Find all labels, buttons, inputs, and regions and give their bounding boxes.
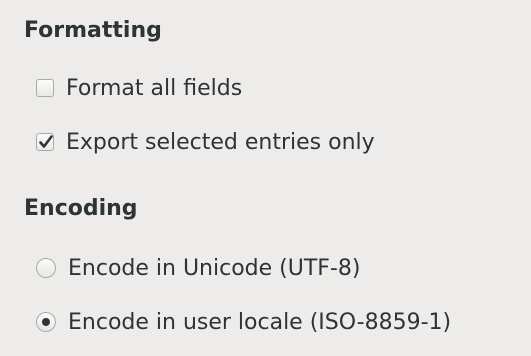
encode-user-locale-option[interactable]: Encode in user locale (ISO-8859-1)	[36, 307, 451, 337]
export-selected-entries-option[interactable]: Export selected entries only	[36, 127, 375, 157]
export-selected-entries-label: Export selected entries only	[66, 129, 375, 155]
encode-user-locale-radio[interactable]	[36, 312, 56, 332]
format-all-fields-checkbox[interactable]	[36, 79, 54, 97]
format-all-fields-option[interactable]: Format all fields	[36, 73, 242, 103]
encoding-section-title: Encoding	[24, 196, 138, 221]
export-options-panel: Formatting Format all fields Export sele…	[0, 0, 531, 356]
radio-selected-dot-icon	[42, 318, 50, 326]
formatting-section-title: Formatting	[24, 18, 162, 43]
export-selected-entries-checkbox[interactable]	[36, 133, 54, 151]
check-icon	[39, 135, 53, 148]
format-all-fields-label: Format all fields	[66, 75, 243, 101]
encode-unicode-label: Encode in Unicode (UTF-8)	[68, 255, 361, 281]
encode-unicode-option[interactable]: Encode in Unicode (UTF-8)	[36, 253, 360, 283]
encode-unicode-radio[interactable]	[36, 258, 56, 278]
encode-user-locale-label: Encode in user locale (ISO-8859-1)	[68, 309, 452, 335]
